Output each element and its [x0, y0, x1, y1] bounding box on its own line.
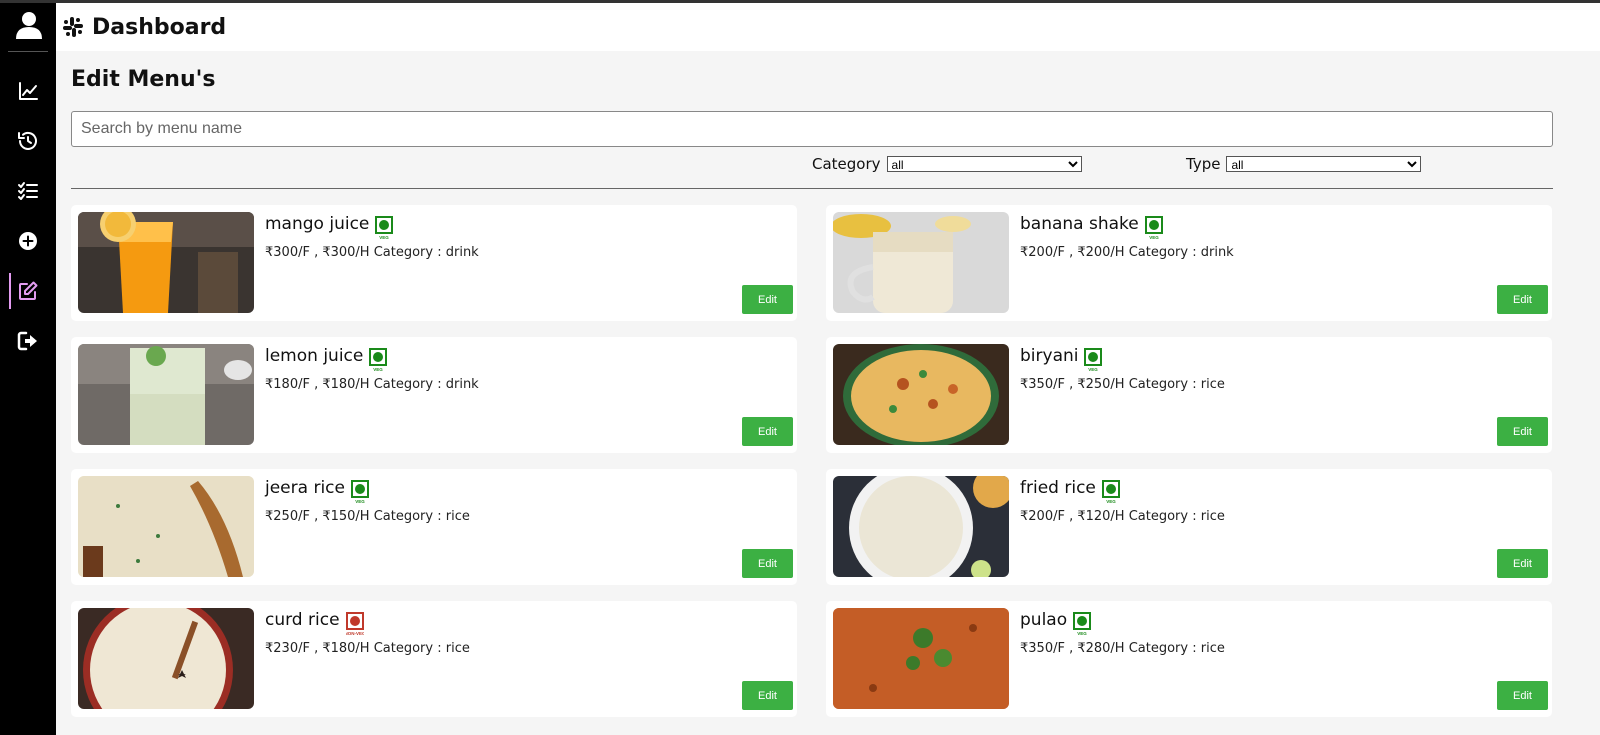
edit-button[interactable]: Edit [1497, 417, 1548, 446]
svg-text:VEG: VEG [355, 499, 365, 504]
menu-card: lemon juice VEG ₹180/F , ₹180/H Category :… [71, 337, 797, 453]
svg-text:VEG: VEG [1106, 499, 1116, 504]
edit-button[interactable]: Edit [1497, 549, 1548, 578]
menu-item-details: ₹200/F , ₹120/H Category : rice [1020, 509, 1225, 524]
logout-icon [17, 331, 37, 351]
menu-item-details: ₹230/F , ₹180/H Category : rice [265, 641, 470, 656]
menu-item-image [833, 344, 1009, 445]
veg-icon: VEG [375, 216, 393, 240]
page-title: Edit Menu's [71, 67, 216, 92]
menu-item-image [78, 608, 254, 709]
edit-button[interactable]: Edit [1497, 681, 1548, 710]
slack-logo-icon [63, 17, 83, 37]
menu-item-details: ₹180/F , ₹180/H Category : drink [265, 377, 479, 392]
sidebar-item-edit[interactable] [0, 273, 56, 309]
menu-item-details: ₹250/F , ₹150/H Category : rice [265, 509, 470, 524]
sidebar-divider [8, 51, 48, 52]
menu-card: biryani VEG ₹350/F , ₹250/H Category : ric… [826, 337, 1552, 453]
sidebar-item-add[interactable] [0, 223, 56, 259]
chart-line-icon [19, 82, 38, 100]
category-filter: Category all [812, 155, 1082, 173]
menu-item-image [78, 212, 254, 313]
menu-item-name: jeera rice [265, 478, 345, 498]
category-label: Category [812, 155, 881, 173]
menu-item-image [78, 476, 254, 577]
veg-icon: VEG [1102, 480, 1120, 504]
svg-text:VEG: VEG [1149, 235, 1159, 240]
svg-text:VEG: VEG [373, 367, 383, 372]
veg-icon: VEG [351, 480, 369, 504]
search-input[interactable] [71, 111, 1553, 147]
menu-item-image [833, 476, 1009, 577]
edit-icon [19, 281, 38, 300]
sidebar-item-analytics[interactable] [0, 73, 56, 109]
svg-text:VEG: VEG [1077, 631, 1087, 636]
veg-icon: VEG [1084, 348, 1102, 372]
app-title: Dashboard [92, 14, 227, 40]
edit-button[interactable]: Edit [742, 417, 793, 446]
svg-text:VEG: VEG [379, 235, 389, 240]
menu-card: jeera rice VEG ₹250/F , ₹150/H Category : … [71, 469, 797, 585]
type-filter: Type all [1186, 155, 1422, 173]
menu-item-name: banana shake [1020, 214, 1139, 234]
menu-item-details: ₹300/F , ₹300/H Category : drink [265, 245, 479, 260]
menu-item-name: fried rice [1020, 478, 1096, 498]
svg-text:VEG: VEG [1088, 367, 1098, 372]
checklist-icon [18, 182, 38, 200]
user-icon[interactable] [16, 11, 42, 39]
sidebar-item-logout[interactable] [0, 323, 56, 359]
menu-item-details: ₹350/F , ₹280/H Category : rice [1020, 641, 1225, 656]
menu-item-name: pulao [1020, 610, 1068, 630]
non-veg-icon: NON-VEG [346, 612, 364, 636]
type-label: Type [1186, 155, 1221, 173]
category-select[interactable]: all [886, 156, 1082, 172]
menu-card: mango juice VEG ₹300/F , ₹300/H Category :… [71, 205, 797, 321]
main-content: Edit Menu's Category all Type all mango … [56, 51, 1600, 735]
menu-item-image [833, 212, 1009, 313]
divider [71, 188, 1553, 189]
type-select[interactable]: all [1226, 156, 1422, 172]
menu-card: curd rice NON-VEG ₹230/F , ₹180/H Category… [71, 601, 797, 717]
edit-button[interactable]: Edit [742, 549, 793, 578]
menu-item-image [78, 344, 254, 445]
edit-button[interactable]: Edit [742, 285, 793, 314]
menu-item-name: curd rice [265, 610, 340, 630]
sidebar-item-list[interactable] [0, 173, 56, 209]
menu-item-name: mango juice [265, 214, 370, 234]
menu-item-name: lemon juice [265, 346, 364, 366]
svg-text:NON-VEG: NON-VEG [346, 631, 364, 636]
edit-button[interactable]: Edit [1497, 285, 1548, 314]
veg-icon: VEG [369, 348, 387, 372]
menu-card: pulao VEG ₹350/F , ₹280/H Category : rice E… [826, 601, 1552, 717]
veg-icon: VEG [1073, 612, 1091, 636]
menu-item-name: biryani [1020, 346, 1079, 366]
sidebar-item-history[interactable] [0, 123, 56, 159]
edit-button[interactable]: Edit [742, 681, 793, 710]
menu-item-details: ₹200/F , ₹200/H Category : drink [1020, 245, 1234, 260]
menu-item-details: ₹350/F , ₹250/H Category : rice [1020, 377, 1225, 392]
menu-card: fried rice VEG ₹200/F , ₹120/H Category : … [826, 469, 1552, 585]
menu-card: banana shake VEG ₹200/F , ₹200/H Category … [826, 205, 1552, 321]
top-header: Dashboard [56, 3, 1600, 51]
menu-item-image [833, 608, 1009, 709]
history-icon [18, 131, 37, 150]
sidebar [0, 3, 56, 735]
plus-circle-icon [19, 232, 37, 250]
veg-icon: VEG [1145, 216, 1163, 240]
